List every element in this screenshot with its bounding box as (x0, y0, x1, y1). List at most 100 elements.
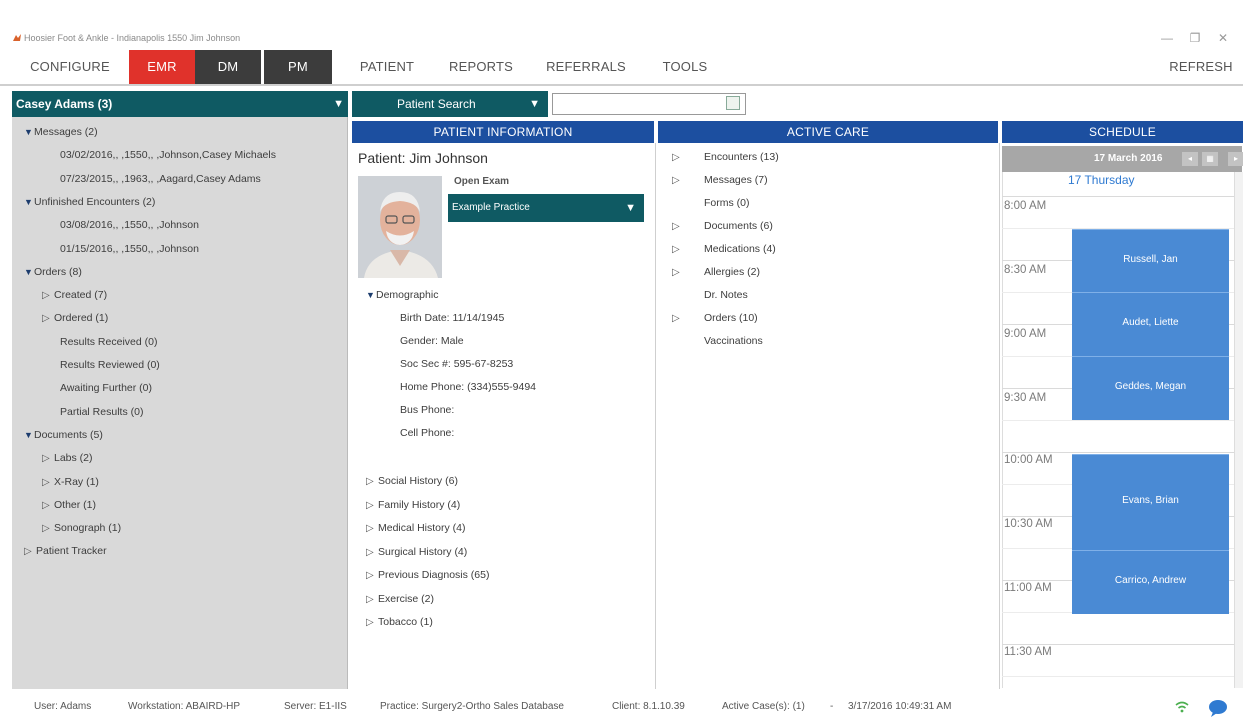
column-divider (999, 143, 1000, 689)
active-care-item[interactable]: Forms (0) (672, 192, 750, 214)
history-label: Social History (6) (378, 475, 458, 487)
wifi-icon[interactable] (1175, 700, 1189, 714)
active-care-item[interactable]: ▷ Messages (7) (672, 169, 768, 191)
appointment-block[interactable]: Russell, Jan (1072, 229, 1229, 292)
history-item[interactable]: ▷ Previous Diagnosis (65) (366, 564, 489, 586)
refresh-button[interactable]: REFRESH (1168, 50, 1234, 84)
time-slot-label: 9:00 AM (1004, 328, 1047, 340)
menu-reports[interactable]: REPORTS (446, 50, 516, 84)
active-care-item[interactable]: Vaccinations (672, 330, 763, 352)
appointment-block[interactable]: Carrico, Andrew (1072, 550, 1229, 614)
history-label: Medical History (4) (378, 522, 466, 534)
sidebar-tree-item[interactable]: ▼Messages (2) (24, 121, 98, 143)
menu-configure[interactable]: CONFIGURE (18, 50, 122, 84)
sidebar-tree-item[interactable]: ▼Orders (8) (24, 261, 82, 283)
active-care-item[interactable]: Dr. Notes (672, 284, 748, 306)
sidebar-tree-item[interactable]: ▷ Other (1) (42, 494, 96, 516)
sidebar-tree-item[interactable]: ▼Unfinished Encounters (2) (24, 191, 155, 213)
active-care-item[interactable]: ▷ Documents (6) (672, 215, 773, 237)
sidebar-tree-item[interactable]: 07/23/2015,, ,1963,, ,Aagard,Casey Adams (60, 168, 261, 190)
menu-tools[interactable]: TOOLS (660, 50, 710, 84)
patient-search-dropdown[interactable]: Patient Search ▼ (352, 91, 548, 117)
chevron-left-icon[interactable]: ◂ (1182, 152, 1198, 166)
sidebar-tree-item[interactable]: ▷ Ordered (1) (42, 307, 108, 329)
appointment-block[interactable]: Geddes, Megan (1072, 356, 1229, 420)
active-care-item[interactable]: ▷ Medications (4) (672, 238, 776, 260)
open-exam-label: Open Exam (454, 176, 510, 187)
history-item[interactable]: ▷ Medical History (4) (366, 517, 466, 539)
status-client: Client: 8.1.10.39 (612, 701, 685, 712)
practice-dropdown[interactable]: Example Practice ▼ (448, 194, 644, 222)
appointment-block[interactable]: Audet, Liette (1072, 292, 1229, 356)
expand-right-icon: ▷ (672, 175, 680, 186)
sidebar-tree-item[interactable]: Results Reviewed (0) (60, 354, 160, 376)
expand-down-icon: ▼ (366, 290, 375, 300)
chat-icon[interactable] (1208, 699, 1228, 717)
calendar-icon[interactable]: ▦ (1202, 152, 1218, 166)
expand-down-icon: ▼ (24, 127, 33, 137)
sidebar-tree-item[interactable]: 03/08/2016,, ,1550,, ,Johnson (60, 214, 199, 236)
search-icon[interactable] (726, 96, 740, 110)
sidebar-tree-item[interactable]: ▼Documents (5) (24, 424, 103, 446)
menu-patient[interactable]: PATIENT (356, 50, 418, 84)
patient-photo (358, 176, 442, 278)
expand-right-icon: ▷ (42, 453, 50, 465)
sidebar-tree-label: Results Reviewed (0) (60, 359, 160, 371)
active-care-label: Messages (7) (704, 174, 768, 186)
active-care-item[interactable]: ▷ Encounters (13) (672, 146, 779, 168)
history-item[interactable]: ▷ Tobacco (1) (366, 611, 433, 633)
active-care-label: Medications (4) (704, 243, 776, 255)
tab-emr[interactable]: EMR (129, 50, 195, 84)
status-active-cases: Active Case(s): (1) (722, 701, 805, 712)
history-item[interactable]: ▷ Social History (6) (366, 470, 458, 492)
close-button[interactable]: ✕ (1211, 28, 1235, 48)
sidebar-tree-item[interactable]: ▷ Patient Tracker (24, 540, 107, 562)
expand-right-icon: ▷ (42, 313, 50, 325)
expand-right-icon: ▷ (366, 499, 374, 511)
active-care-label: Allergies (2) (704, 266, 761, 278)
demographic-toggle[interactable]: ▼Demographic (366, 284, 438, 306)
sidebar-tree-item[interactable]: ▷ Sonograph (1) (42, 517, 121, 539)
expand-down-icon: ▼ (24, 196, 33, 207)
time-gridline (1002, 196, 1234, 197)
appointment-block[interactable]: Evans, Brian (1072, 454, 1229, 550)
time-slot-label: 8:30 AM (1004, 264, 1047, 276)
chevron-right-icon[interactable]: ▸ (1228, 152, 1243, 166)
sidebar-tree-item[interactable]: 01/15/2016,, ,1550,, ,Johnson (60, 238, 199, 260)
minimize-button[interactable]: — (1155, 28, 1179, 48)
sidebar-tree-item[interactable]: Results Received (0) (60, 331, 157, 353)
sidebar-tree-label: 03/02/2016,, ,1550,, ,Johnson,Casey Mich… (60, 149, 276, 162)
expand-right-icon: ▷ (42, 523, 50, 535)
history-item[interactable]: ▷ Exercise (2) (366, 588, 434, 610)
status-datetime: 3/17/2016 10:49:31 AM (848, 701, 952, 712)
patient-search-input[interactable] (552, 93, 746, 115)
expand-right-icon: ▷ (42, 476, 50, 488)
time-slot-label: 9:30 AM (1004, 392, 1047, 404)
restore-button[interactable]: ❐ (1183, 28, 1207, 48)
sidebar-tree-item[interactable]: ▷ Created (7) (42, 284, 107, 306)
expand-right-icon: ▷ (672, 267, 680, 278)
expand-down-icon: ▼ (24, 429, 33, 440)
history-item[interactable]: ▷ Surgical History (4) (366, 541, 467, 563)
menu-referrals[interactable]: REFERRALS (546, 50, 626, 84)
sidebar-tree-item[interactable]: Partial Results (0) (60, 401, 143, 423)
sidebar-tree-item[interactable]: ▷ Labs (2) (42, 447, 93, 469)
sidebar-tree-label: Awaiting Further (0) (60, 382, 153, 395)
expand-right-icon: ▷ (672, 152, 680, 163)
active-care-item[interactable]: ▷ Orders (10) (672, 307, 758, 329)
sidebar-tree-item[interactable]: 03/02/2016,, ,1550,, ,Johnson,Casey Mich… (60, 144, 276, 166)
sidebar-user-dropdown[interactable]: Casey Adams (3) ▼ (12, 91, 348, 117)
sidebar-tree-item[interactable]: ▷ X-Ray (1) (42, 471, 99, 493)
expand-right-icon: ▷ (366, 617, 374, 628)
patient-search-bar: Patient Search ▼ (352, 91, 752, 117)
active-care-item[interactable]: ▷ Allergies (2) (672, 261, 760, 283)
sidebar-tree-label: Documents (5) (34, 428, 103, 441)
history-item[interactable]: ▷ Family History (4) (366, 494, 460, 516)
tab-dm[interactable]: DM (195, 50, 261, 84)
chevron-down-icon: ▼ (333, 98, 344, 110)
sidebar-tree-item[interactable]: Awaiting Further (0) (60, 377, 152, 399)
demographic-field: Cell Phone: (400, 427, 455, 439)
schedule-scrollbar[interactable] (1234, 172, 1243, 688)
tab-pm[interactable]: PM (264, 50, 332, 84)
sidebar-tree-label: Ordered (1) (54, 312, 109, 325)
